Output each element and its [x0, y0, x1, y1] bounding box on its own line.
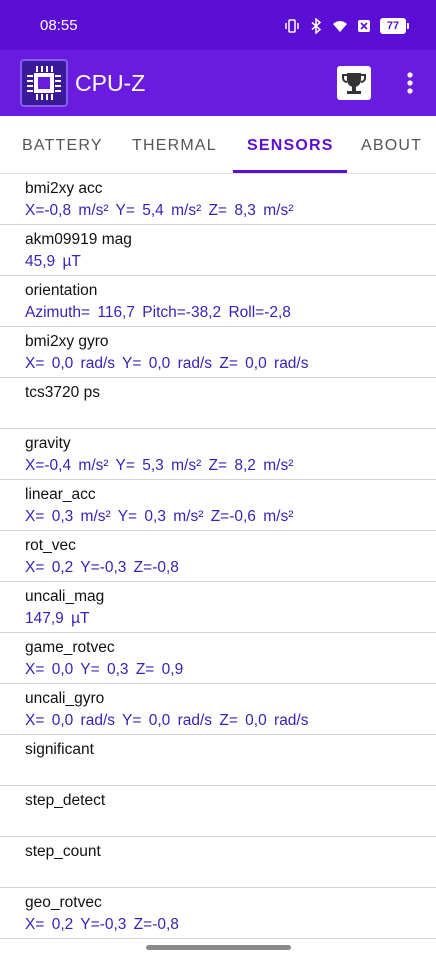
list-item: rot_vec X= 0,2 Y=-0,3 Z=-0,8	[0, 531, 436, 582]
sensor-value: X= 0,3 m/s² Y= 0,3 m/s² Z=-0,6 m/s²	[25, 508, 294, 525]
app-bar: CPU-Z	[0, 50, 436, 116]
sensor-value	[25, 812, 436, 834]
tab-battery[interactable]: BATTERY	[22, 116, 103, 173]
sensor-value: X= 0,2 Y=-0,3 Z=-0,8	[25, 916, 179, 933]
status-icons: 77	[284, 16, 409, 36]
list-item: bmi2xy gyro X= 0,0 rad/s Y= 0,0 rad/s Z=…	[0, 327, 436, 378]
status-bar: 08:55 77	[0, 0, 436, 50]
sensor-name: gravity	[25, 435, 71, 452]
list-item: akm09919 mag 45,9 µT	[0, 225, 436, 276]
list-item: bmi2xy acc X=-0,8 m/s² Y= 5,4 m/s² Z= 8,…	[0, 174, 436, 225]
sensor-name: bmi2xy gyro	[25, 333, 109, 350]
sensor-name: akm09919 mag	[25, 231, 132, 248]
more-vert-icon	[407, 72, 413, 94]
sensor-name: orientation	[25, 282, 98, 299]
list-item: significant	[0, 735, 436, 786]
list-item: linear_acc X= 0,3 m/s² Y= 0,3 m/s² Z=-0,…	[0, 480, 436, 531]
sensor-name: step_count	[25, 843, 101, 860]
tab-thermal[interactable]: THERMAL	[132, 116, 217, 173]
sensor-name: significant	[25, 741, 94, 758]
sensor-value: X= 0,0 rad/s Y= 0,0 rad/s Z= 0,0 rad/s	[25, 712, 309, 729]
vibrate-icon	[285, 19, 299, 33]
sensor-value: X= 0,0 rad/s Y= 0,0 rad/s Z= 0,0 rad/s	[25, 355, 309, 372]
sensor-name: uncali_mag	[25, 588, 105, 605]
sensor-value: Azimuth= 116,7 Pitch=-38,2 Roll=-2,8	[25, 304, 291, 321]
sensor-name: step_detect	[25, 792, 106, 809]
cpu-chip-logo-icon	[20, 59, 68, 107]
sensor-name: rot_vec	[25, 537, 76, 554]
list-item: uncali_gyro X= 0,0 rad/s Y= 0,0 rad/s Z=…	[0, 684, 436, 735]
tab-bar: BATTERY THERMAL SENSORS ABOUT	[0, 116, 436, 174]
list-item: tcs3720 ps	[0, 378, 436, 429]
list-item: step_count	[0, 837, 436, 888]
overflow-menu-button[interactable]	[400, 68, 420, 98]
list-item: orientation Azimuth= 116,7 Pitch=-38,2 R…	[0, 276, 436, 327]
sensor-value: 147,9 µT	[25, 610, 90, 627]
list-item: geo_rotvec X= 0,2 Y=-0,3 Z=-0,8	[0, 888, 436, 939]
sensor-value: X= 0,2 Y=-0,3 Z=-0,8	[25, 559, 179, 576]
chip-icon	[27, 66, 61, 100]
sensor-value: X= 0,0 Y= 0,3 Z= 0,9	[25, 661, 184, 678]
list-item: uncali_mag 147,9 µT	[0, 582, 436, 633]
app-title: CPU-Z	[75, 70, 146, 96]
sensor-name: game_rotvec	[25, 639, 115, 656]
sensor-value: X=-0,8 m/s² Y= 5,4 m/s² Z= 8,3 m/s²	[25, 202, 294, 219]
battery-icon: 77	[380, 18, 409, 34]
wifi-icon	[333, 21, 347, 32]
trophy-icon	[342, 73, 366, 94]
bluetooth-icon	[311, 18, 322, 34]
sensor-name: geo_rotvec	[25, 894, 102, 911]
tab-about[interactable]: ABOUT	[361, 116, 422, 173]
sensor-name: tcs3720 ps	[25, 384, 100, 401]
sensor-value	[25, 863, 436, 885]
list-item: gravity X=-0,4 m/s² Y= 5,3 m/s² Z= 8,2 m…	[0, 429, 436, 480]
sensor-list: bmi2xy acc X=-0,8 m/s² Y= 5,4 m/s² Z= 8,…	[0, 174, 436, 939]
tab-sensors[interactable]: SENSORS	[247, 116, 334, 173]
list-item: step_detect	[0, 786, 436, 837]
list-item: game_rotvec X= 0,0 Y= 0,3 Z= 0,9	[0, 633, 436, 684]
sensor-value	[25, 404, 436, 426]
gesture-nav-handle[interactable]	[146, 945, 291, 950]
sensor-name: linear_acc	[25, 486, 96, 503]
sensor-name: uncali_gyro	[25, 690, 105, 707]
sensor-name: bmi2xy acc	[25, 180, 103, 197]
trophy-button[interactable]	[337, 66, 371, 100]
sensor-value: X=-0,4 m/s² Y= 5,3 m/s² Z= 8,2 m/s²	[25, 457, 294, 474]
sensor-value: 45,9 µT	[25, 253, 81, 270]
sensor-value	[25, 761, 436, 783]
data-saver-icon	[358, 20, 370, 32]
status-time: 08:55	[40, 17, 78, 34]
